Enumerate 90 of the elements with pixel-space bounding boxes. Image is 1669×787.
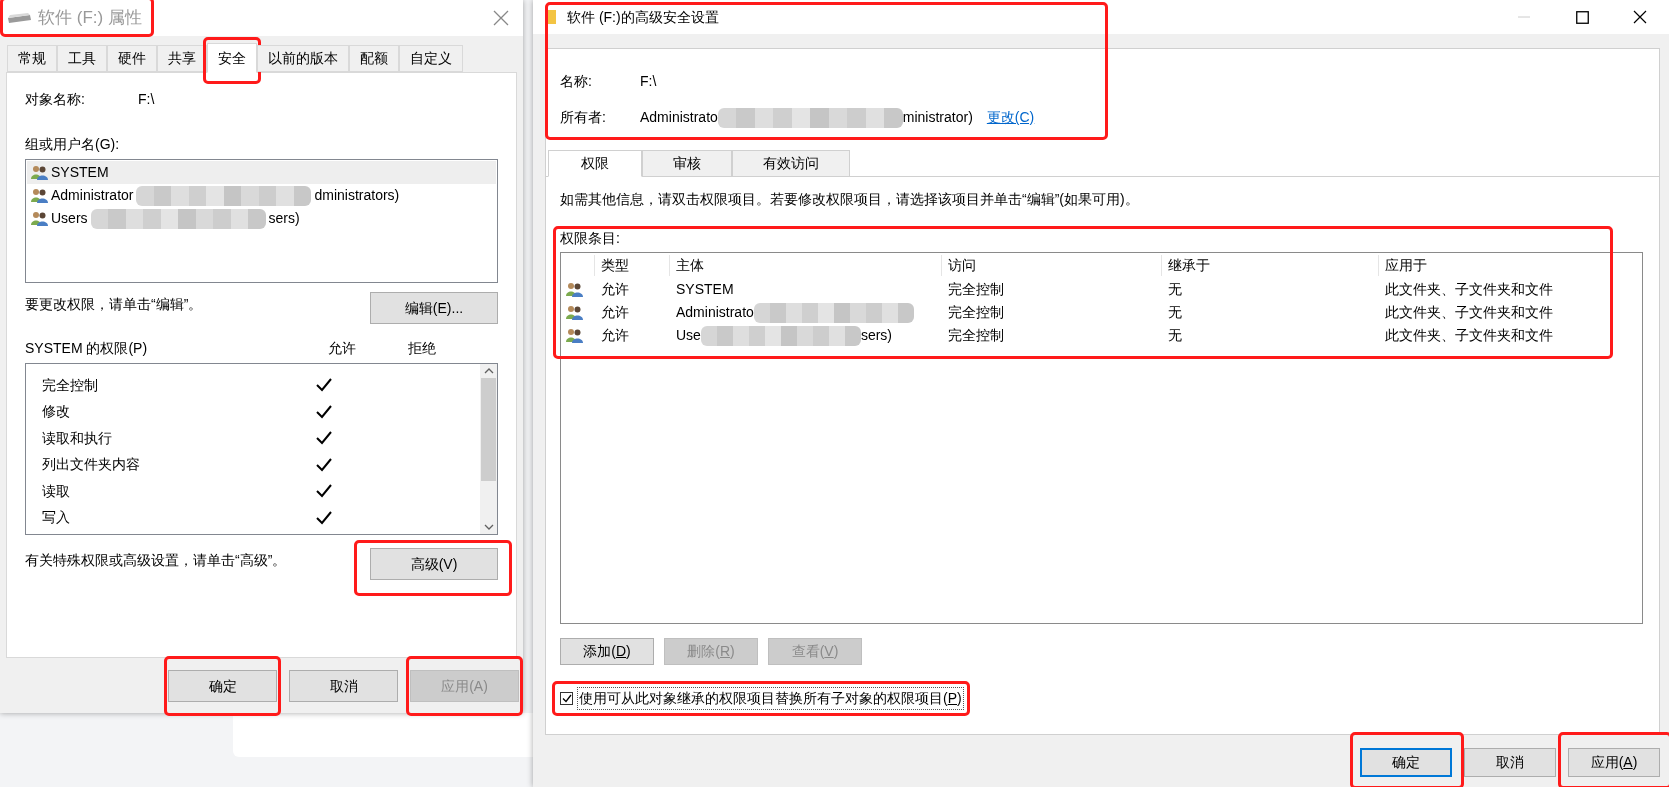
close-icon <box>1633 10 1647 24</box>
table-row[interactable]: 允许 SYSTEM 完全控制 无 此文件夹、子文件夹和文件 <box>561 278 1642 301</box>
field-value: F:\ <box>138 90 155 109</box>
users-icon <box>31 165 48 180</box>
permission-name: 修改 <box>41 402 71 422</box>
maximize-icon <box>1575 10 1589 24</box>
table-cell-text: 无 <box>1167 303 1183 322</box>
permission-name: 完全控制 <box>41 375 99 395</box>
column-header: 访问 <box>941 255 1161 276</box>
checkmark-icon <box>561 694 572 703</box>
tab[interactable]: 自定义 <box>399 45 463 72</box>
field-label: 名称: <box>560 72 593 91</box>
users-icon <box>566 305 583 320</box>
table-cell-text: 此文件夹、子文件夹和文件 <box>1384 326 1554 345</box>
user-list-item[interactable]: Users sers) <box>27 207 496 230</box>
column-header: 拒绝 <box>408 339 436 358</box>
tab[interactable]: 配额 <box>349 45 399 72</box>
user-name: dministrators) <box>314 186 400 205</box>
tab[interactable]: 安全 <box>207 43 257 73</box>
permission-name: 写入 <box>41 508 71 528</box>
folder-icon <box>545 9 557 25</box>
checkbox[interactable] <box>560 692 573 705</box>
table-cell-text: sers) <box>860 326 893 345</box>
hint-text: 有关特殊权限或高级设置，请单击“高级”。 <box>25 550 287 570</box>
table-cell-text: 无 <box>1167 326 1183 345</box>
drive-icon <box>6 12 32 24</box>
tab[interactable]: 审核 <box>642 150 732 177</box>
table-cell-text: 完全控制 <box>947 303 1005 322</box>
info-text: 如需其他信息，请双击权限项目。若要修改权限项目，请选择该项目并单击“编辑”(如果可用)。 <box>560 190 1140 209</box>
tab[interactable]: 工具 <box>57 45 107 72</box>
users-icon <box>31 188 48 203</box>
section-label: SYSTEM 的权限(P) <box>25 339 149 358</box>
dialog-button[interactable]: 编辑(E)... <box>370 292 498 324</box>
field-label: 对象名称: <box>25 90 86 109</box>
user-name: Users <box>51 209 88 228</box>
column-header: 类型 <box>594 255 669 276</box>
dialog-button[interactable]: 高级(V) <box>370 548 498 580</box>
tab[interactable]: 权限 <box>548 150 642 177</box>
section-label: 权限条目: <box>560 229 621 248</box>
change-owner-link[interactable]: 更改(C) <box>986 107 1035 128</box>
table-cell-text: 此文件夹、子文件夹和文件 <box>1384 280 1554 299</box>
field-value: Administrato <box>640 108 718 127</box>
table-cell-text: 无 <box>1167 280 1183 299</box>
table-cell-text: 允许 <box>600 280 630 299</box>
column-header: 继承于 <box>1161 255 1378 276</box>
permission-name: 读取和执行 <box>41 428 113 448</box>
dialog-button[interactable]: 取消 <box>1464 748 1556 777</box>
table-cell-text: Administrato <box>676 303 754 322</box>
column-header: 主体 <box>669 255 941 276</box>
close-icon <box>493 10 509 26</box>
scrollbar[interactable] <box>480 364 497 534</box>
window-title: 软件 (F:) 属性 <box>38 7 142 30</box>
column-header: 允许 <box>328 339 357 358</box>
table-cell-text: 完全控制 <box>947 326 1005 345</box>
user-name: Administrator <box>51 186 134 205</box>
user-list-item[interactable]: SYSTEM <box>27 161 496 184</box>
field-label: 所有者: <box>560 108 607 127</box>
users-icon <box>566 328 583 343</box>
users-icon <box>31 211 48 226</box>
table-cell-text: Use <box>676 326 701 345</box>
permission-name: 列出文件夹内容 <box>41 455 141 475</box>
section-label: 组或用户名(G): <box>25 135 121 154</box>
table-cell-text: SYSTEM <box>676 280 734 299</box>
column-header: 应用于 <box>1378 255 1642 276</box>
tab[interactable]: 常规 <box>7 45 57 72</box>
permission-name: 读取 <box>41 481 71 501</box>
field-value: F:\ <box>640 72 657 91</box>
table-row[interactable]: 允许 Use sers) 完全控制 无 此文件夹、子文件夹和文件 <box>561 324 1642 347</box>
table-cell-text: 此文件夹、子文件夹和文件 <box>1384 303 1554 322</box>
window-title: 软件 (F:)的高级安全设置 <box>567 7 719 27</box>
users-icon <box>566 282 583 297</box>
table-cell-text: 允许 <box>600 303 630 322</box>
tab[interactable]: 共享 <box>157 45 207 72</box>
table-row[interactable]: 允许 Administrato 完全控制 无 此文件夹、子文件夹和文件 <box>561 301 1642 324</box>
tab[interactable]: 以前的版本 <box>257 45 349 72</box>
dialog-button[interactable]: 确定 <box>168 670 277 702</box>
user-list-item[interactable]: Administrator dministrators) <box>27 184 496 207</box>
scrollbar-thumb[interactable] <box>481 378 496 481</box>
user-name: SYSTEM <box>51 163 109 182</box>
table-cell-text: 允许 <box>600 326 630 345</box>
table-cell-text: 完全控制 <box>947 280 1005 299</box>
hint-text: 要更改权限，请单击“编辑”。 <box>25 294 203 314</box>
field-value: ministrator) <box>902 108 973 127</box>
dialog-button[interactable]: 应用(A) <box>1568 748 1660 777</box>
tab[interactable]: 有效访问 <box>732 150 850 177</box>
dialog-button[interactable]: 添加(D) <box>560 638 654 665</box>
user-name: sers) <box>268 209 300 228</box>
dialog-button[interactable]: 确定 <box>1360 748 1452 777</box>
dialog-button[interactable]: 取消 <box>289 670 398 702</box>
tab[interactable]: 硬件 <box>107 45 157 72</box>
